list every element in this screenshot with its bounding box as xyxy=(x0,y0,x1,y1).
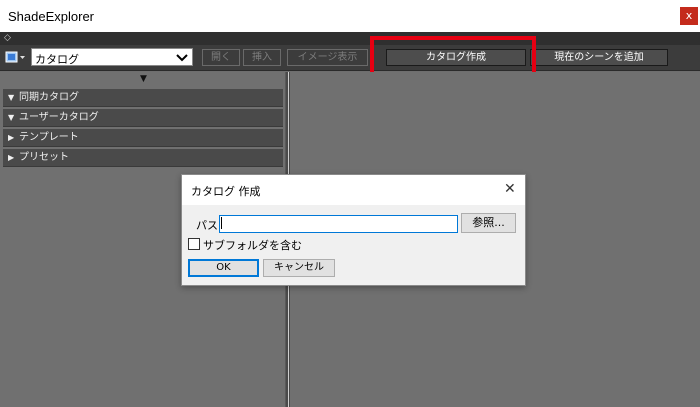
browse-button[interactable]: 参照... xyxy=(461,213,516,233)
expand-triangle-icon: ▼ xyxy=(8,93,15,102)
cancel-button[interactable]: キャンセル xyxy=(263,259,335,277)
chevron-down-icon xyxy=(176,54,188,62)
expand-triangle-icon: ▶ xyxy=(8,133,15,142)
dialog-title: カタログ 作成 xyxy=(191,185,261,198)
text-cursor xyxy=(221,217,222,229)
expand-triangle-icon: ▶ xyxy=(8,153,15,162)
add-current-scene-button[interactable]: 現在のシーンを追加 xyxy=(530,49,668,66)
collapse-arrow-icon[interactable]: ▼ xyxy=(140,74,147,84)
create-catalog-dialog: カタログ 作成 ✕ パス 参照... サブフォルダを含む OK キャンセル xyxy=(181,174,526,286)
window-close-button[interactable]: x xyxy=(680,7,698,25)
tree-item-templates[interactable]: ▶ テンプレート xyxy=(3,129,283,147)
tree-item-presets[interactable]: ▶ プリセット xyxy=(3,149,283,167)
catalog-icon[interactable] xyxy=(5,51,27,64)
tree-item-label: プリセット xyxy=(19,152,69,163)
expand-triangle-icon: ▼ xyxy=(8,113,15,122)
toolbar: カタログ 開く 挿入 イメージ表示 カタログ作成 現在のシーンを追加 xyxy=(0,45,700,71)
open-button[interactable]: 開く xyxy=(202,49,240,66)
path-label: パス xyxy=(196,219,218,232)
include-subfolders-checkbox[interactable] xyxy=(188,238,200,250)
close-icon[interactable]: ✕ xyxy=(504,181,516,197)
ok-button[interactable]: OK xyxy=(188,259,259,277)
dialog-title-bar: カタログ 作成 ✕ xyxy=(182,175,525,205)
tree-item-label: 同期カタログ xyxy=(19,92,79,103)
tree-item-user-catalog[interactable]: ▼ ユーザーカタログ xyxy=(3,109,283,127)
title-bar: ShadeExplorer x xyxy=(0,0,700,32)
tree-item-sync-catalog[interactable]: ▼ 同期カタログ xyxy=(3,89,283,107)
tree-item-label: ユーザーカタログ xyxy=(19,112,99,123)
insert-button[interactable]: 挿入 xyxy=(243,49,281,66)
path-input[interactable] xyxy=(219,215,458,233)
include-subfolders-label[interactable]: サブフォルダを含む xyxy=(203,237,302,253)
app-title: ShadeExplorer xyxy=(8,9,94,24)
catalog-select[interactable]: カタログ xyxy=(31,48,193,66)
catalog-select-value: カタログ xyxy=(35,53,79,66)
tree-item-label: テンプレート xyxy=(19,132,79,143)
diamond-icon: ◇ xyxy=(4,33,11,43)
show-image-button[interactable]: イメージ表示 xyxy=(287,49,368,66)
header-strip: ◇ xyxy=(0,32,700,45)
